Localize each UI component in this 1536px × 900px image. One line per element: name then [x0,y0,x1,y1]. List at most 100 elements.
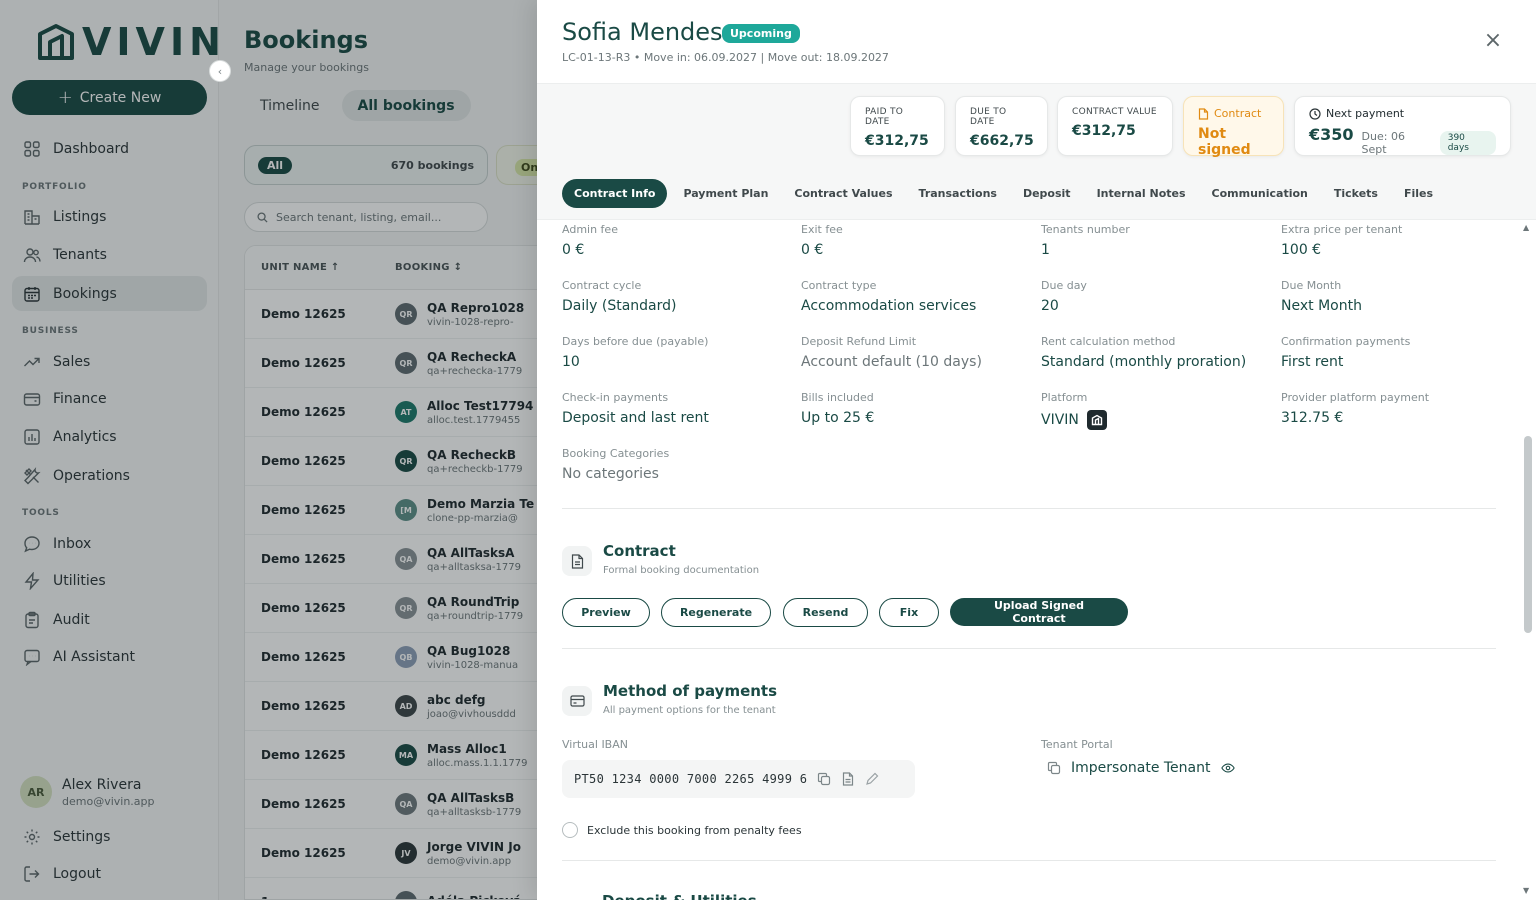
tab-transactions[interactable]: Transactions [909,179,1007,208]
field-value: 0 € [562,242,585,258]
field-value: 10 [562,354,580,370]
payments-section-icon [562,686,592,716]
field-deposit-refund-limit: Deposit Refund Limit Account default (10 … [801,335,1031,370]
field-label: Deposit Refund Limit [801,335,917,348]
field-platform: Platform VIVIN [1041,391,1271,430]
field-provider-platform-payment: Provider platform payment 312.75 € [1281,391,1511,426]
kpi-value: €312,75 [865,133,929,149]
field-value: Account default (10 days) [801,354,982,370]
tab-tickets[interactable]: Tickets [1324,179,1388,208]
field-value: Deposit and last rent [562,410,709,426]
field-tenants-number: Tenants number 1 [1041,223,1271,258]
field-label: Contract type [801,279,877,292]
kpi-value: €662,75 [970,133,1034,149]
field-value: Next Month [1281,298,1362,314]
kpi-contract-value: CONTRACT VALUE €312,75 [1057,96,1173,156]
exclude-penalty-label: Exclude this booking from penalty fees [587,823,802,837]
modal-backdrop[interactable] [0,0,537,900]
field-value: 312.75 € [1281,410,1344,426]
field-label: Due Month [1281,279,1342,292]
field-due-month: Due Month Next Month [1281,279,1511,314]
drawer-header: Sofia Mendes Upcoming LC-01-13-R3 • Move… [537,0,1536,84]
field-value: No categories [562,466,659,482]
kpi-label: CONTRACT VALUE [1072,107,1157,117]
scrollbar-thumb[interactable] [1524,436,1532,633]
summary-band: PAID TO DATE €312,75 DUE TO DATE €662,75… [537,84,1536,220]
field-value: 100 € [1281,242,1322,258]
preview-button[interactable]: Preview [562,598,650,627]
field-due-day: Due day 20 [1041,279,1271,314]
scroll-up-icon[interactable]: ▲ [1523,223,1529,232]
contract-info-panel: Admin fee 0 € Exit fee 0 € Tenants number 1 Ex… [537,220,1536,900]
document-icon[interactable] [841,772,855,786]
copy-icon[interactable] [817,772,831,786]
divider [562,860,1496,861]
field-label: Check-in payments [562,391,669,404]
field-extra-price-per-tenant: Extra price per tenant 100 € [1281,223,1511,258]
kpi-contract-status[interactable]: Contract Not signed [1183,96,1284,158]
tab-payment-plan[interactable]: Payment Plan [673,179,778,208]
field-value: 0 € [801,242,824,258]
credit-card-icon [569,695,585,707]
deposit-section-title: Deposit & Utilities [602,892,757,900]
field-label: Rent calculation method [1041,335,1176,348]
document-icon [1198,107,1209,120]
impersonate-tenant-link[interactable]: Impersonate Tenant [1047,760,1235,776]
upload-signed-contract-button[interactable]: Upload Signed Contract [950,598,1128,626]
tab-files[interactable]: Files [1394,179,1443,208]
tenant-name: Sofia Mendes [562,18,723,46]
field-label: Bills included [801,391,874,404]
edit-icon[interactable] [865,772,879,786]
divider [562,648,1496,649]
field-label: Admin fee [562,223,618,236]
tab-communication[interactable]: Communication [1202,179,1318,208]
contract-section-subtitle: Formal booking documentation [603,565,760,576]
field-value: 1 [1041,242,1050,258]
field-booking-categories: Booking Categories No categories [562,447,792,482]
chevron-left-icon: ‹ [217,64,223,78]
kpi-paid-to-date: PAID TO DATE €312,75 [850,96,945,156]
kpi-value: Not signed [1198,126,1251,158]
fix-button[interactable]: Fix [879,598,939,627]
field-label: Tenants number [1041,223,1130,236]
field-value: First rent [1281,354,1344,370]
field-admin-fee: Admin fee 0 € [562,223,792,258]
field-label: Days before due (payable) [562,335,709,348]
field-value: Standard (monthly proration) [1041,354,1247,370]
regenerate-button[interactable]: Regenerate [661,598,771,627]
kpi-label: Next payment [1326,107,1405,120]
payments-section-subtitle: All payment options for the tenant [603,705,776,716]
drawer-tabs: Contract Info Payment Plan Contract Valu… [562,179,1443,208]
field-value: Daily (Standard) [562,298,677,314]
eye-icon [1220,763,1235,773]
close-button[interactable]: × [1481,30,1505,54]
kpi-value: €312,75 [1072,123,1136,139]
document-icon [571,553,583,569]
next-payment-amount: €350 [1309,125,1354,144]
tab-contract-info[interactable]: Contract Info [562,179,668,208]
kpi-label: Contract [1214,107,1262,120]
iban-label: Virtual IBAN [562,738,628,751]
kpi-label: DUE TO DATE [970,107,1007,127]
payments-section-title: Method of payments [603,682,778,700]
booking-meta: LC-01-13-R3 • Move in: 06.09.2027 | Move… [562,51,889,64]
field-rent-calculation-method: Rent calculation method Standard (monthly… [1041,335,1271,370]
contract-section-icon [562,546,592,576]
field-days-before-due-payable: Days before due (payable) 10 [562,335,792,370]
resend-button[interactable]: Resend [783,598,868,627]
iban-value: PT50 1234 0000 7000 2265 4999 6 [574,772,808,786]
kpi-due-to-date: DUE TO DATE €662,75 [955,96,1048,156]
copy-icon[interactable] [1047,761,1061,775]
field-bills-included: Bills included Up to 25 € [801,391,1031,426]
tab-contract-values[interactable]: Contract Values [784,179,902,208]
scroll-down-icon[interactable]: ▼ [1523,886,1529,895]
tab-deposit[interactable]: Deposit [1013,179,1081,208]
field-value: Up to 25 € [801,410,875,426]
tab-internal-notes[interactable]: Internal Notes [1087,179,1196,208]
collapse-sidebar-button[interactable]: ‹ [209,60,231,82]
exclude-penalty-row[interactable]: Exclude this booking from penalty fees [562,822,802,838]
exclude-penalty-checkbox[interactable] [562,822,578,838]
close-icon: × [1483,28,1503,53]
field-confirmation-payments: Confirmation payments First rent [1281,335,1511,370]
platform-logo-icon [1086,410,1107,430]
